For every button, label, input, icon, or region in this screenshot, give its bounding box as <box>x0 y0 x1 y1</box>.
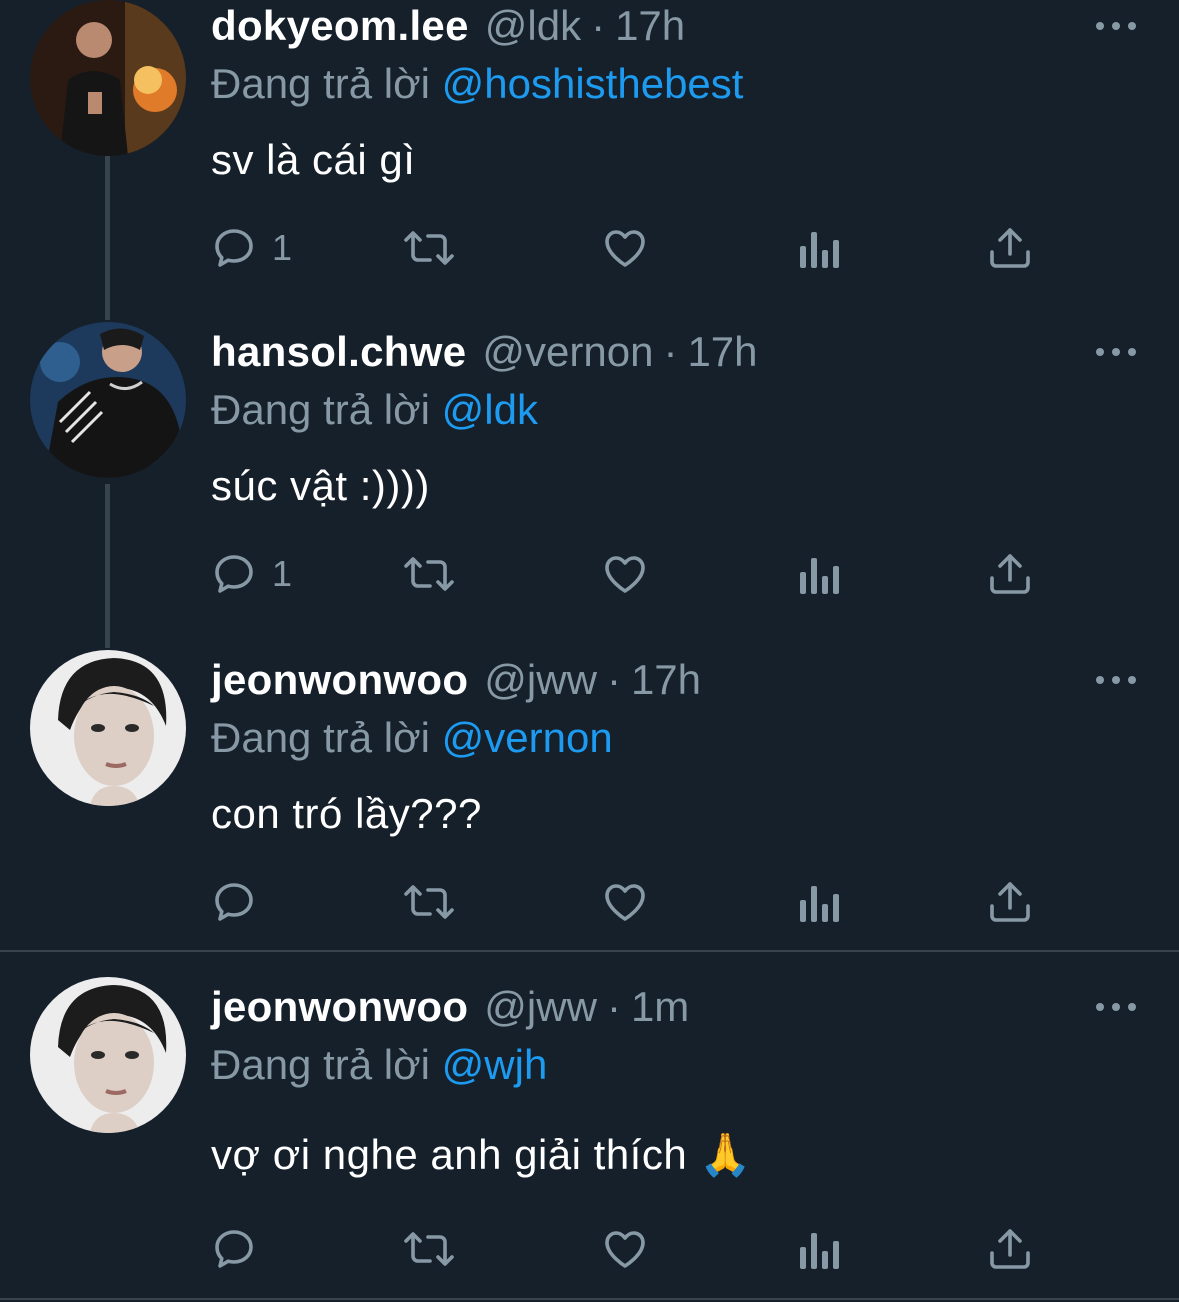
reply-icon <box>215 1230 253 1268</box>
views-button[interactable] <box>798 872 840 932</box>
reply-icon <box>215 229 253 267</box>
share-icon <box>990 1229 1030 1269</box>
share-icon <box>990 228 1030 268</box>
separator: · <box>606 656 621 703</box>
views-icon <box>800 1233 839 1269</box>
reply-prefix: Đang trả lời <box>211 60 430 107</box>
retweet-button[interactable] <box>400 218 458 278</box>
share-button[interactable] <box>988 1219 1032 1279</box>
action-bar <box>210 1219 1050 1279</box>
heart-icon <box>605 1231 645 1268</box>
retweet-icon <box>404 557 454 591</box>
reply-button[interactable]: 1 <box>210 218 292 278</box>
reply-button[interactable] <box>210 1219 272 1279</box>
heart-icon <box>605 556 645 593</box>
user-handle[interactable]: @jww <box>484 983 597 1031</box>
views-icon <box>800 232 839 268</box>
retweet-button[interactable] <box>400 872 458 932</box>
display-name[interactable]: dokyeom.lee <box>211 2 469 50</box>
share-button[interactable] <box>988 544 1032 604</box>
tweet-header: jeonwonwoo @jww · 1m <box>211 983 689 1033</box>
share-button[interactable] <box>988 872 1032 932</box>
more-icon[interactable] <box>1096 16 1136 36</box>
heart-icon <box>605 230 645 267</box>
views-button[interactable] <box>798 544 840 604</box>
reply-icon <box>215 555 253 593</box>
action-bar <box>210 872 1050 932</box>
tweet[interactable]: dokyeom.lee @ldk · 17h Đang trả lời @hos… <box>0 0 1179 320</box>
divider <box>0 1298 1179 1300</box>
divider <box>0 950 1179 952</box>
tweet[interactable]: hansol.chwe @vernon · 17h Đang trả lời @… <box>0 322 1179 648</box>
reply-prefix: Đang trả lời <box>211 1041 430 1088</box>
tweet-text: súc vật :)))) <box>211 462 430 509</box>
avatar[interactable] <box>30 977 186 1133</box>
reply-button[interactable] <box>210 872 272 932</box>
action-bar: 1 <box>210 544 1050 604</box>
avatar[interactable] <box>30 322 186 478</box>
tweet-text: sv là cái gì <box>211 136 416 183</box>
reply-prefix: Đang trả lời <box>211 714 430 761</box>
views-icon <box>800 558 839 594</box>
separator: · <box>591 2 606 49</box>
tweet[interactable]: jeonwonwoo @jww · 1m Đang trả lời @wjh v… <box>0 977 1179 1297</box>
timestamp[interactable]: 17h <box>631 656 701 704</box>
tweet-header: jeonwonwoo @jww · 17h <box>211 656 701 706</box>
action-bar: 1 <box>210 218 1050 278</box>
reply-prefix: Đang trả lời <box>211 386 430 433</box>
retweet-button[interactable] <box>400 1219 458 1279</box>
views-button[interactable] <box>798 218 840 278</box>
retweet-icon <box>404 231 454 265</box>
more-icon[interactable] <box>1096 342 1136 362</box>
reply-context: Đang trả lời @hoshisthebest <box>211 60 743 108</box>
display-name[interactable]: jeonwonwoo <box>211 983 468 1031</box>
mention-link[interactable]: @hoshisthebest <box>442 60 744 107</box>
mention-link[interactable]: @vernon <box>442 714 613 761</box>
more-icon[interactable] <box>1096 670 1136 690</box>
separator: · <box>606 983 621 1030</box>
tweet-text: con tró lầy??? <box>211 790 482 837</box>
tweet-text: vợ ơi nghe anh giải thích 🙏 <box>211 1131 753 1178</box>
views-icon <box>800 886 839 922</box>
like-button[interactable] <box>600 872 650 932</box>
avatar[interactable] <box>30 650 186 806</box>
avatar[interactable] <box>30 0 186 156</box>
more-icon[interactable] <box>1096 997 1136 1017</box>
timestamp[interactable]: 1m <box>631 983 689 1031</box>
mention-link[interactable]: @ldk <box>442 386 538 433</box>
user-handle[interactable]: @ldk <box>485 2 581 50</box>
reply-button[interactable]: 1 <box>210 544 292 604</box>
heart-icon <box>605 884 645 921</box>
mention-link[interactable]: @wjh <box>442 1041 548 1088</box>
user-handle[interactable]: @jww <box>484 656 597 704</box>
reply-context: Đang trả lời @wjh <box>211 1041 547 1089</box>
display-name[interactable]: jeonwonwoo <box>211 656 468 704</box>
like-button[interactable] <box>600 218 650 278</box>
timestamp[interactable]: 17h <box>615 2 685 50</box>
like-button[interactable] <box>600 1219 650 1279</box>
like-button[interactable] <box>600 544 650 604</box>
tweet[interactable]: jeonwonwoo @jww · 17h Đang trả lời @vern… <box>0 650 1179 950</box>
reply-icon <box>215 883 253 921</box>
reply-context: Đang trả lời @ldk <box>211 386 538 434</box>
reply-context: Đang trả lời @vernon <box>211 714 613 762</box>
retweet-button[interactable] <box>400 544 458 604</box>
views-button[interactable] <box>798 1219 840 1279</box>
share-icon <box>990 882 1030 922</box>
retweet-icon <box>404 885 454 919</box>
timestamp[interactable]: 17h <box>687 328 757 376</box>
tweet-header: hansol.chwe @vernon · 17h <box>211 328 758 378</box>
retweet-icon <box>404 1232 454 1266</box>
tweet-header: dokyeom.lee @ldk · 17h <box>211 2 685 52</box>
user-handle[interactable]: @vernon <box>482 328 653 376</box>
separator: · <box>663 328 678 375</box>
share-icon <box>990 554 1030 594</box>
reply-count: 1 <box>272 227 293 268</box>
display-name[interactable]: hansol.chwe <box>211 328 466 376</box>
share-button[interactable] <box>988 218 1032 278</box>
reply-count: 1 <box>272 553 293 594</box>
